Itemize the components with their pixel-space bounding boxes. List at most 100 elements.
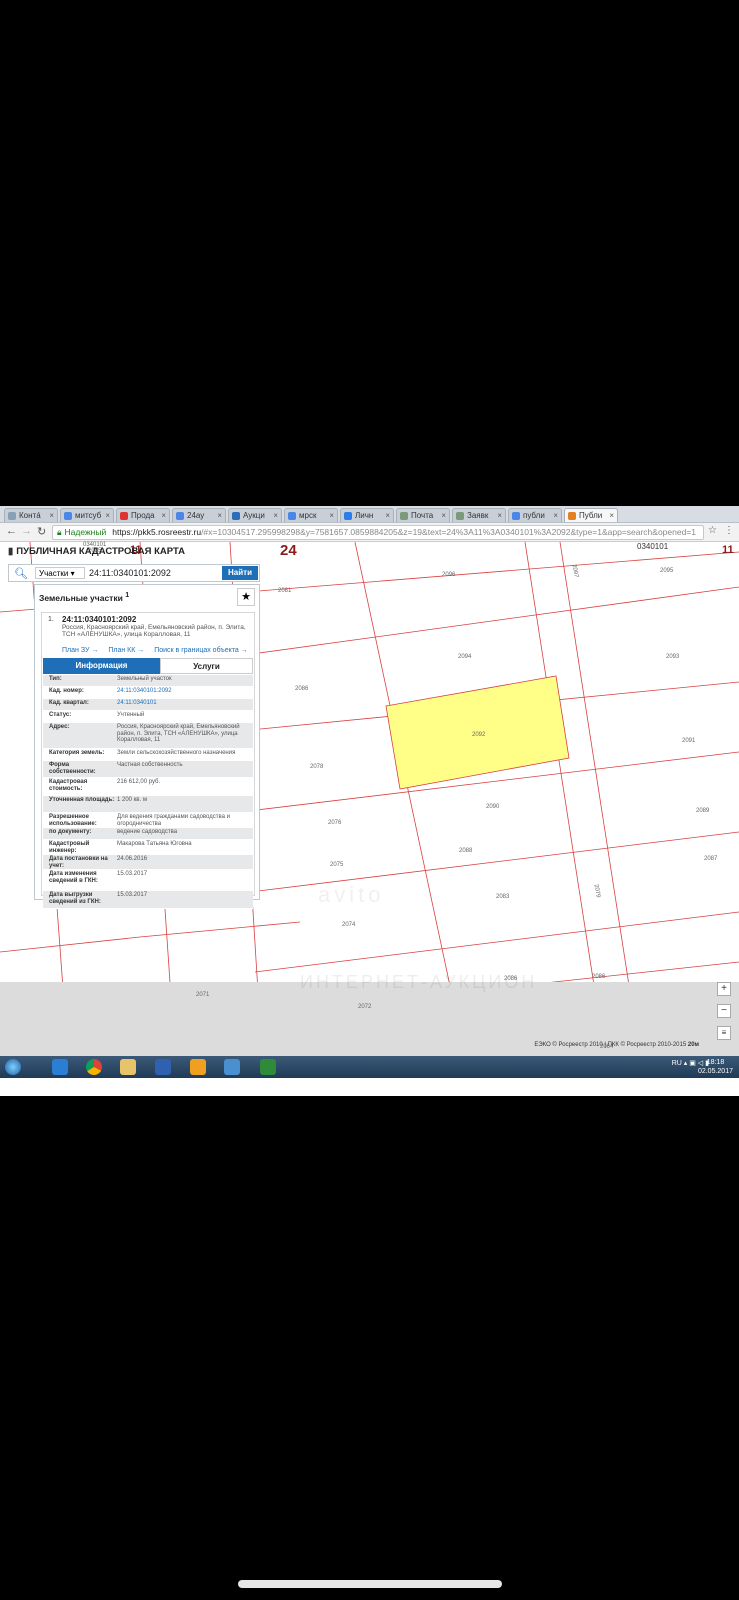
tab-label: Публи — [579, 511, 603, 520]
map-gray-zone — [0, 982, 739, 1062]
tab-close-icon[interactable]: × — [329, 509, 334, 522]
attributes-table: Тип: Земельный участок Кад. номер: 24:11:03… — [43, 675, 253, 909]
app-title: ▮ ПУБЛИЧНАЯ КАДАСТРОВАЯ КАРТА — [8, 546, 186, 557]
parcel-number: 2096 — [442, 572, 456, 578]
tab-favicon-icon — [568, 512, 576, 520]
tab-services[interactable]: Услуги — [160, 658, 253, 674]
attribute-row: Кадастровая стоимость: 216 612,00 руб. — [43, 778, 253, 796]
parcel-number: 2074 — [342, 922, 356, 928]
attribute-value[interactable]: 24:11:0340101 — [117, 700, 251, 707]
attribute-value: 24.06.2016 — [117, 856, 148, 862]
attribute-key: Тип: — [49, 676, 62, 682]
attribute-value: 15.03.2017 — [117, 871, 148, 877]
browser-tab[interactable]: Заявк × — [452, 508, 506, 522]
home-indicator[interactable] — [238, 1580, 502, 1588]
lock-icon: 🔒︎ — [57, 527, 62, 537]
plan-zu-link[interactable]: План ЗУ → — [62, 647, 98, 654]
attribute-row: Статус: Учтенный — [43, 711, 253, 723]
parcel-card: 1. 24:11:0340101:2092 Россия, Красноярск… — [41, 612, 255, 909]
secure-label: Надежный — [64, 527, 107, 537]
tab-label: публи — [523, 511, 545, 520]
tab-close-icon[interactable]: × — [273, 509, 278, 522]
tab-close-icon[interactable]: × — [385, 509, 390, 522]
browser-tab[interactable]: мрск × — [284, 508, 338, 522]
map-pin-icon: ▮ — [8, 546, 14, 557]
parcel-number: 2078 — [310, 764, 324, 770]
attribute-value[interactable]: 24:11:0340101:2092 — [117, 688, 251, 695]
favorite-star-button[interactable]: ★ — [237, 588, 255, 606]
browser-tab[interactable]: Публи × — [564, 508, 618, 522]
map-scale: 20м — [687, 1042, 699, 1048]
category-select[interactable]: Участки ▾ — [35, 567, 85, 579]
browser-tab[interactable]: Личн × — [340, 508, 394, 522]
browser-tab[interactable]: Контá × — [4, 508, 58, 522]
attribute-key: Дата постановки на учет: — [49, 856, 108, 869]
tab-close-icon[interactable]: × — [161, 509, 166, 522]
browser-tabbar: Контá × митсуб × Прода × 24ау × Аукци × мрск × Личн ×… — [0, 506, 739, 523]
back-icon[interactable]: ← — [6, 525, 17, 537]
url-host: https://pkk5.rosreestr.ru — [112, 527, 202, 537]
tab-information[interactable]: Информация — [43, 658, 160, 674]
attribute-key: Кадастровый инженер: — [49, 841, 90, 854]
excel-icon[interactable] — [260, 1059, 276, 1075]
attribute-key: Форма собственности: — [49, 762, 96, 775]
browser-tab[interactable]: Прода × — [116, 508, 170, 522]
chrome-icon[interactable] — [86, 1059, 102, 1075]
tab-favicon-icon — [400, 512, 408, 520]
browser-tab[interactable]: публи × — [508, 508, 562, 522]
attribute-value: Частная собственность — [117, 762, 183, 768]
zoom-in-button[interactable]: + — [717, 982, 731, 996]
media-player-icon[interactable] — [155, 1059, 171, 1075]
tab-close-icon[interactable]: × — [609, 509, 614, 522]
search-in-bounds-link[interactable]: Поиск в границах объекта → — [154, 647, 248, 654]
address-bar: ← → ↻ 🔒︎ Надежный https://pkk5.rosreestr.r… — [0, 523, 739, 542]
plan-kk-link[interactable]: План КК → — [108, 647, 144, 654]
parcel-number: 2087 — [704, 856, 718, 862]
network-app-icon[interactable] — [224, 1059, 240, 1075]
attribute-key: Уточненная площадь: — [49, 797, 115, 803]
tab-close-icon[interactable]: × — [105, 509, 110, 522]
zoom-out-button[interactable]: − — [717, 1004, 731, 1018]
district-label: 11 — [722, 544, 734, 556]
tab-favicon-icon — [344, 512, 352, 520]
reload-icon[interactable]: ↻ — [37, 525, 46, 538]
attribute-key: по документу: — [49, 829, 92, 835]
tab-close-icon[interactable]: × — [49, 509, 54, 522]
search-input[interactable]: 24:11:0340101:2092 — [89, 567, 229, 579]
clock[interactable]: 18:18 02.05.2017 — [698, 1058, 733, 1076]
browser-tab[interactable]: митсуб × — [60, 508, 114, 522]
tab-favicon-icon — [232, 512, 240, 520]
parcel-number: 2094 — [458, 654, 472, 660]
ie-icon[interactable] — [52, 1059, 68, 1075]
tab-close-icon[interactable]: × — [441, 509, 446, 522]
tab-favicon-icon — [456, 512, 464, 520]
parcel-address: Россия, Красноярский край, Емельяновский… — [62, 624, 246, 638]
parcel-number: 2086 — [295, 686, 309, 692]
menu-icon[interactable]: ⋮ — [724, 525, 734, 536]
start-button-icon[interactable] — [5, 1059, 21, 1075]
tab-label: митсуб — [75, 511, 102, 520]
browser-tab[interactable]: Аукци × — [228, 508, 282, 522]
search-button[interactable]: Найти — [222, 566, 258, 580]
bookmark-star-icon[interactable]: ☆ — [708, 525, 717, 536]
attribute-row: Разрешенное использование: Для ведения гр… — [43, 813, 253, 828]
tab-close-icon[interactable]: × — [217, 509, 222, 522]
attribute-row: Адрес: Россия, Красноярский край, Емельян… — [43, 723, 253, 749]
results-panel: Земельные участки 1 ★ 1. 24:11:0340101:2… — [34, 584, 260, 909]
attribute-row: Уточненная площадь: 1 200 кв. м — [43, 796, 253, 813]
browser-tab[interactable]: 24ау × — [172, 508, 226, 522]
attribute-row: Категория земель: Земли сельскохозяйствен… — [43, 749, 253, 761]
language-indicator[interactable]: RU — [672, 1060, 682, 1067]
avito-watermark-caption: ИНТЕРНЕТ-АУКЦИОН — [300, 972, 538, 992]
browser-tab[interactable]: Почта × — [396, 508, 450, 522]
outlook-icon[interactable] — [190, 1059, 206, 1075]
search-icon[interactable]: 🔍︎ — [14, 567, 28, 580]
forward-icon[interactable]: → — [21, 525, 32, 537]
url-field[interactable]: 🔒︎ Надежный https://pkk5.rosreestr.ru/#x=1… — [52, 525, 704, 540]
tab-favicon-icon — [512, 512, 520, 520]
explorer-icon[interactable] — [120, 1059, 136, 1075]
attribute-row: Дата выгрузки сведений из ГКН: 15.03.2017 — [43, 891, 253, 909]
map-tools-button[interactable]: ≡ — [717, 1026, 731, 1040]
tab-close-icon[interactable]: × — [553, 509, 558, 522]
tab-close-icon[interactable]: × — [497, 509, 502, 522]
